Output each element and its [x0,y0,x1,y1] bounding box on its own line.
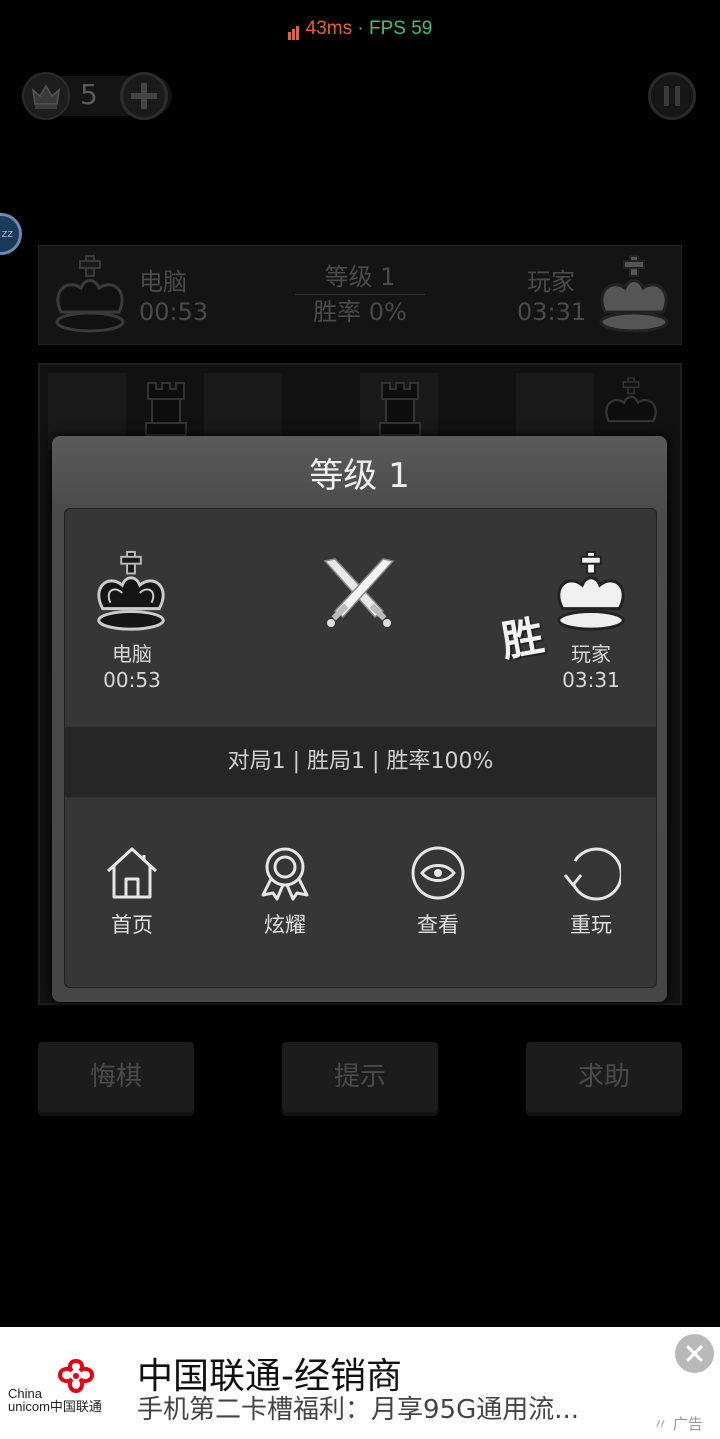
replay-icon [563,847,621,901]
hud-computer-name: 电脑 [139,268,187,296]
white-king-icon [557,550,625,631]
fps-text: FPS 59 [368,18,433,40]
ad-logo-icon: 〃 [653,1415,669,1433]
hud-computer-time: 00:53 [139,298,209,326]
medal-icon [261,847,309,901]
crossed-swords-icon [323,558,395,627]
right-player-time: 03:31 [562,668,620,692]
floating-bubble[interactable]: zz [0,213,22,255]
white-king-icon [599,255,669,333]
player-hud: 电脑 00:53 等级 1 胜率 0% 玩家 03:31 [38,245,682,345]
left-player-time: 00:53 [103,668,161,692]
left-player-info: 电脑 00:53 [77,641,187,693]
hud-player-time: 03:31 [517,298,587,326]
rook-icon [379,382,421,436]
eye-icon [411,846,465,900]
plus-icon[interactable] [120,72,168,120]
rook-icon [145,382,187,436]
view-label: 查看 [417,913,459,937]
share-button[interactable]: 炫耀 [235,845,335,939]
home-button[interactable]: 首页 [82,845,182,939]
black-king-piece-icon [605,377,657,423]
pause-icon[interactable] [648,72,696,120]
result-dialog: 等级 1 电脑 00:53 胜 玩家 03:31 对局1 | 胜局1 | 胜率1… [52,436,667,1002]
undo-button[interactable]: 悔棋 [38,1042,194,1112]
stats-separator: | [372,749,380,774]
replay-button[interactable]: 重玩 [541,845,641,939]
match-stats: 对局1 | 胜局1 | 胜率100% [65,727,656,797]
ad-subtitle[interactable]: 手机第二卡槽福利：月享95G通用流... [137,1389,579,1426]
ad-close-button[interactable] [675,1334,714,1373]
replay-label: 重玩 [570,913,612,937]
win-rate: 胜率100% [386,749,494,774]
black-king-icon [55,255,125,333]
latency-text: 43ms [305,18,353,40]
ad-tag-label: 广告 [672,1415,703,1433]
right-player-info: 玩家 03:31 [536,641,646,693]
signal-icon [287,18,300,40]
hud-player-name: 玩家 [527,268,575,296]
hint-button[interactable]: 提示 [282,1042,438,1112]
share-label: 炫耀 [264,913,306,937]
help-button[interactable]: 求助 [526,1042,682,1112]
separator-text: · [352,18,369,40]
ad-banner[interactable]: China unicom中国联通 中国联通-经销商 手机第二卡槽福利：月享95G… [0,1327,720,1439]
dialog-body: 电脑 00:53 胜 玩家 03:31 对局1 | 胜局1 | 胜率100% 首… [64,508,657,988]
ad-tag: 〃 广告 [653,1413,703,1434]
stats-separator: | [292,749,301,774]
crown-counter: 5 [22,72,172,120]
dialog-title: 等级 1 [309,456,410,496]
floating-bubble-label: zz [1,227,13,240]
hud-level: 等级 1 [324,263,396,291]
home-icon [106,847,158,899]
view-button[interactable]: 查看 [388,845,488,939]
hud-win-rate: 胜率 0% [313,298,407,326]
result-summary: 电脑 00:53 胜 玩家 03:31 [65,509,656,727]
network-status: 43ms · FPS 59 [0,18,720,40]
wins-count: 胜局1 [307,749,366,774]
dialog-actions: 首页 炫耀 查看 重玩 [65,797,656,987]
games-count: 对局1 [227,749,286,774]
crown-icon [22,72,70,120]
left-player-name: 电脑 [112,642,152,666]
hud-level-block: 等级 1 胜率 0% [295,260,425,329]
crown-count: 5 [80,78,98,111]
black-king-icon [97,550,165,631]
home-label: 首页 [111,913,153,937]
unicom-logo: China unicom中国联通 [8,1357,108,1417]
logo-text-line2: unicom中国联通 [8,1399,102,1414]
logo-text: China unicom中国联通 [8,1387,102,1413]
right-player-name: 玩家 [571,642,611,666]
